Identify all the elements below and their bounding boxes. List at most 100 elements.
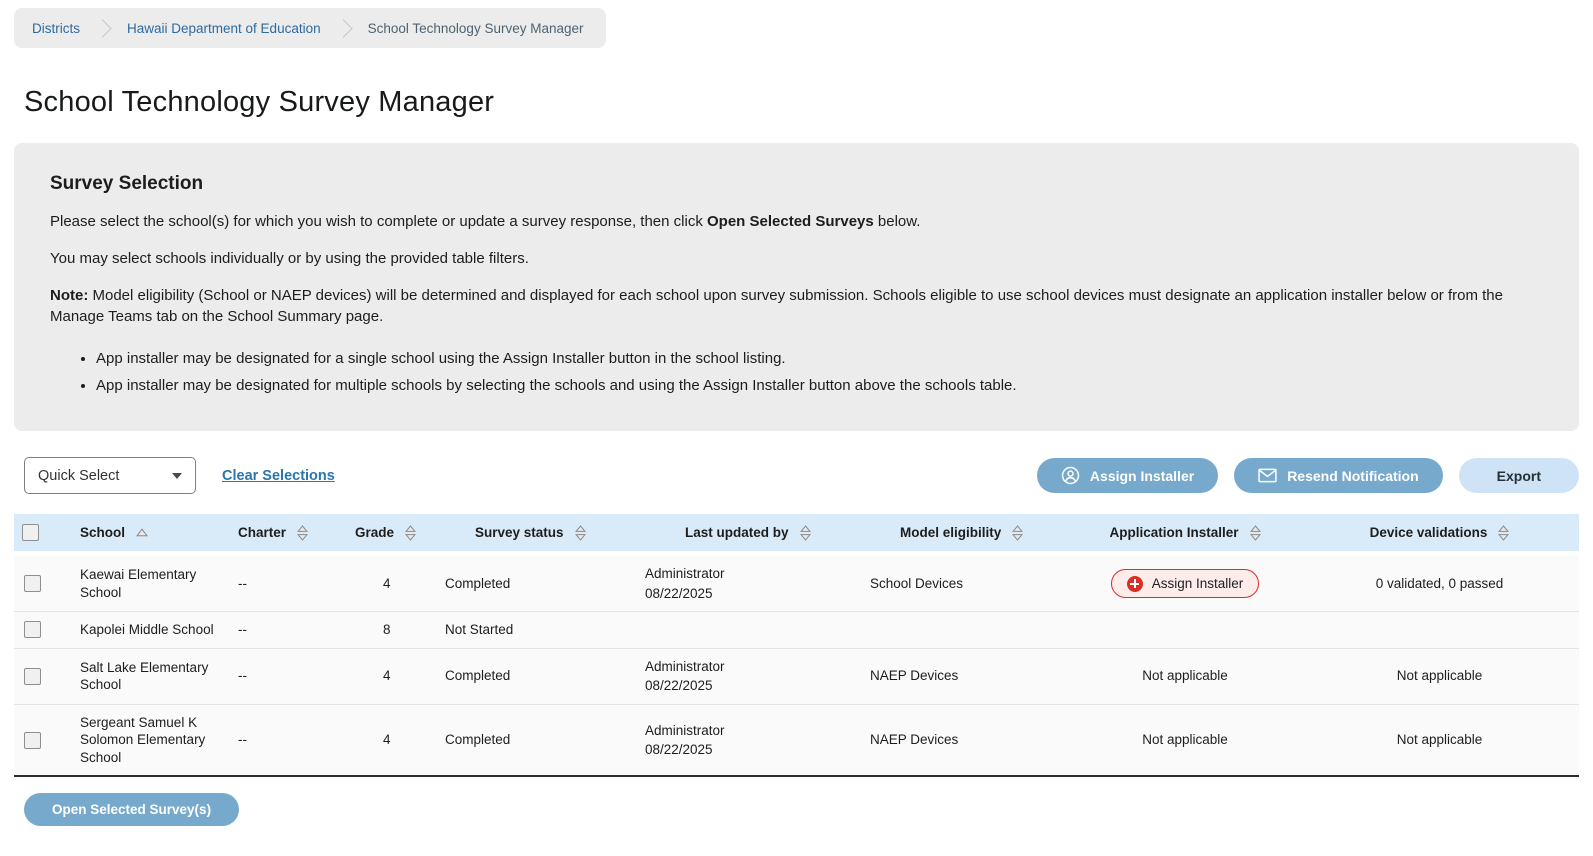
column-label: Device validations [1369, 525, 1488, 540]
select-all-checkbox[interactable] [22, 524, 39, 541]
table-toolbar: Quick Select Clear Selections Assign Ins… [24, 457, 1579, 494]
survey-selection-panel: Survey Selection Please select the schoo… [14, 143, 1579, 431]
last-updated-cell: Administrator 08/22/2025 [637, 648, 862, 704]
quick-select-dropdown[interactable]: Quick Select [24, 457, 196, 494]
sort-icon [799, 524, 811, 541]
column-label: Charter [238, 525, 287, 540]
column-label: Last updated by [685, 525, 789, 540]
panel-bullet-1: App installer may be designated for a si… [96, 348, 1543, 371]
assign-installer-label: Assign Installer [1089, 467, 1195, 484]
column-label: School [80, 525, 126, 540]
school-name-cell: Sergeant Samuel K Solomon Elementary Sch… [80, 714, 206, 765]
breadcrumb-item-districts[interactable]: Districts [32, 21, 80, 36]
panel-note: Note: Model eligibility (School or NAEP … [50, 285, 1543, 329]
device-validations-cell [1300, 612, 1579, 649]
charter-cell: -- [238, 622, 247, 638]
clear-selections-link[interactable]: Clear Selections [222, 468, 335, 484]
last-updated-cell: Administrator 08/22/2025 [637, 554, 862, 612]
sort-icon [297, 524, 309, 541]
application-installer-cell: Not applicable [1142, 732, 1228, 748]
column-header-last-updated-by[interactable]: Last updated by [637, 514, 862, 556]
grade-cell: 4 [383, 732, 391, 748]
updated-date: 08/22/2025 [645, 678, 713, 694]
row-checkbox[interactable] [24, 731, 41, 749]
model-eligibility-cell: NAEP Devices [870, 668, 959, 684]
application-installer-cell [1070, 612, 1300, 649]
resend-notification-button[interactable]: Resend Notification [1234, 458, 1443, 493]
table-row: Salt Lake Elementary School -- 4 Complet… [14, 648, 1579, 705]
panel-bullet-2: App installer may be designated for mult… [96, 375, 1543, 398]
device-validations-cell: 0 validated, 0 passed [1375, 575, 1504, 591]
caret-down-icon [172, 472, 182, 479]
open-selected-surveys-button[interactable]: Open Selected Survey(s) [24, 793, 240, 827]
column-header-device-validations[interactable]: Device validations [1300, 514, 1579, 556]
row-checkbox[interactable] [24, 621, 41, 639]
column-header-survey-status[interactable]: Survey status [437, 514, 637, 556]
panel-instruction-2: You may select schools individually or b… [50, 249, 529, 267]
updated-date: 08/22/2025 [645, 585, 713, 601]
instruction-bold-text: Open Selected Surveys [707, 213, 874, 230]
column-header-school[interactable]: School [72, 514, 230, 556]
export-button[interactable]: Export [1458, 458, 1579, 493]
grade-cell: 4 [383, 575, 391, 591]
schools-table: School Charter Grade Survey status Last … [14, 514, 1579, 778]
updated-by: Administrator [645, 658, 725, 674]
sort-icon [574, 524, 586, 541]
charter-cell: -- [238, 668, 247, 684]
charter-cell: -- [238, 732, 247, 748]
school-name-cell: Salt Lake Elementary School [80, 659, 209, 693]
column-label: Survey status [475, 525, 564, 540]
instruction-text: below. [873, 213, 921, 230]
plus-circle-icon [1126, 575, 1143, 592]
survey-status-cell: Not Started [445, 622, 514, 638]
sort-icon [1249, 524, 1261, 541]
last-updated-cell: Administrator 08/22/2025 [637, 704, 862, 776]
application-installer-cell: Not applicable [1142, 668, 1228, 684]
column-header-application-installer[interactable]: Application Installer [1070, 514, 1300, 556]
updated-by: Administrator [645, 566, 725, 581]
sort-asc-icon [136, 528, 149, 537]
school-name-cell: Kaewai Elementary School [80, 567, 197, 600]
row-assign-installer-button[interactable]: Assign Installer [1110, 569, 1260, 599]
sort-icon [1498, 524, 1510, 541]
model-eligibility-cell: NAEP Devices [870, 732, 959, 748]
assign-installer-button[interactable]: Assign Installer [1036, 458, 1219, 493]
instruction-text: Please select the school(s) for which yo… [50, 213, 707, 230]
breadcrumb-item-current: School Technology Survey Manager [367, 20, 584, 36]
school-name-cell: Kapolei Middle School [80, 622, 214, 638]
chevron-right-icon [333, 18, 353, 38]
device-validations-cell: Not applicable [1396, 732, 1483, 748]
survey-status-cell: Completed [445, 732, 511, 748]
charter-cell: -- [238, 575, 247, 591]
column-label: Application Installer [1109, 525, 1239, 540]
row-checkbox[interactable] [24, 575, 41, 593]
sort-icon [1012, 524, 1024, 541]
table-row: Sergeant Samuel K Solomon Elementary Sch… [14, 704, 1579, 777]
row-assign-installer-label: Assign Installer [1151, 576, 1244, 592]
model-eligibility-cell [862, 612, 1070, 649]
page: Districts Hawaii Department of Education… [0, 0, 1593, 856]
sort-icon [405, 524, 417, 541]
envelope-icon [1258, 468, 1277, 483]
person-circle-icon [1061, 466, 1080, 485]
page-title: School Technology Survey Manager [24, 86, 495, 118]
column-label: Model eligibility [900, 525, 1002, 540]
model-eligibility-cell: School Devices [870, 575, 964, 591]
row-checkbox[interactable] [24, 667, 41, 685]
panel-instruction-1: Please select the school(s) for which yo… [50, 211, 1543, 233]
grade-cell: 4 [383, 668, 391, 684]
select-all-header [14, 514, 72, 556]
panel-bullet-list: App installer may be designated for a si… [50, 348, 1543, 397]
breadcrumb-item-district-name[interactable]: Hawaii Department of Education [127, 21, 321, 36]
column-header-charter[interactable]: Charter [230, 514, 347, 556]
note-text: Model eligibility (School or NAEP device… [50, 286, 1503, 326]
updated-by: Administrator [645, 722, 725, 738]
column-header-grade[interactable]: Grade [347, 514, 437, 556]
breadcrumb: Districts Hawaii Department of Education… [14, 8, 606, 48]
last-updated-cell [637, 612, 862, 649]
application-installer-cell: Assign Installer [1070, 554, 1300, 612]
chevron-right-icon [93, 18, 112, 38]
column-label: Grade [355, 525, 395, 540]
table-row: Kaewai Elementary School -- 4 Completed … [14, 553, 1579, 612]
column-header-model-eligibility[interactable]: Model eligibility [862, 514, 1070, 556]
